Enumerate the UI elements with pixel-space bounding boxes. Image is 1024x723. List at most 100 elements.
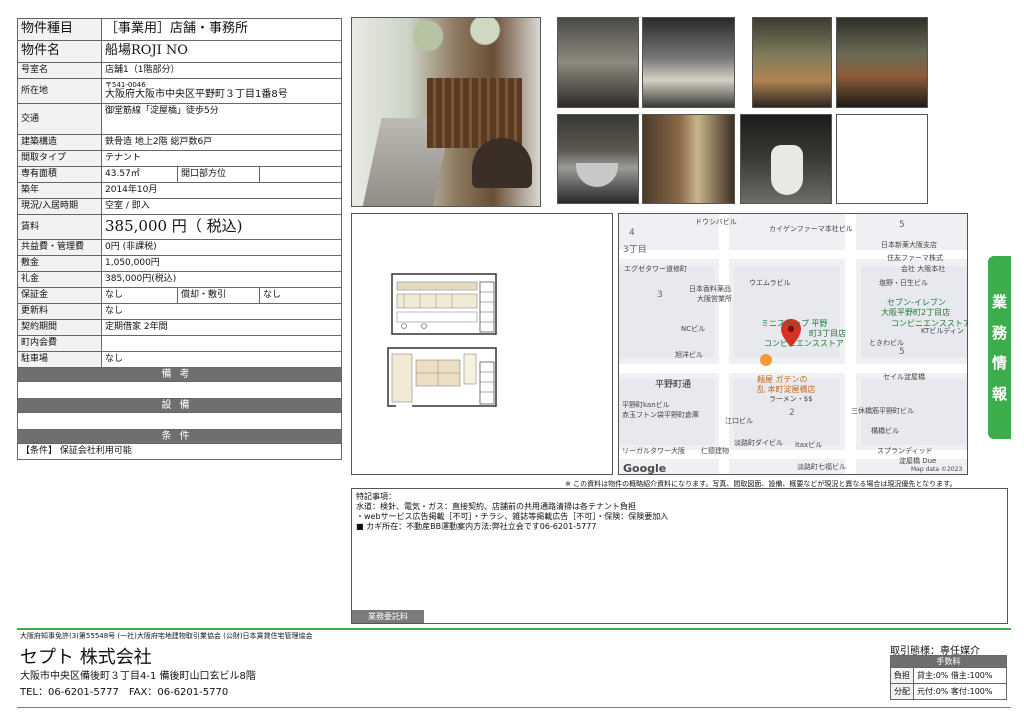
map-block-5a: 5 <box>899 220 905 230</box>
map-label: カイゲンファーマ本社ビル <box>769 225 853 233</box>
notes-line: ・webサービス広告掲載［不可］・チラシ、雑誌等掲載広告［不可］・保険：保険要加… <box>356 512 669 521</box>
renewal-label: 更新料 <box>17 303 102 320</box>
address-label: 所在地 <box>17 78 102 104</box>
company-name: セプト 株式会社 <box>20 647 152 668</box>
map-label: 三休橋筋平野町ビル <box>851 407 914 415</box>
amortization-value: なし <box>258 287 343 304</box>
remarks-bar: 備考 <box>16 367 343 382</box>
status-value: 空室 / 即入 <box>100 198 343 215</box>
map-label: コンビニエンスストア <box>764 339 844 348</box>
facilities-content <box>16 412 343 430</box>
guarantee-label: 保証金 <box>17 287 102 304</box>
side-tab-char: 務 <box>991 323 1007 342</box>
conditions-bar: 条件 <box>16 429 343 444</box>
map-block-2: 2 <box>789 408 795 418</box>
area-value: 43.57㎡ <box>101 166 178 183</box>
fee-row-value: 元付:0% 客付:100% <box>913 683 1007 700</box>
notes-heading: 特記事項： <box>356 492 396 501</box>
type-label: 物件種目 <box>17 18 102 41</box>
amortization-label: 償却・敷引 <box>177 287 260 304</box>
business-info-tab: 業 務 情 報 <box>988 256 1011 439</box>
fee-row-key: 負担 <box>890 667 914 684</box>
map-block-5b: 5 <box>899 347 905 357</box>
side-tab-char: 情 <box>991 354 1007 373</box>
location-map[interactable]: 4 3丁目 3 5 5 2 ドウシバビル カイゲンファーマ本社ビル 日本新薬大阪… <box>618 213 968 475</box>
map-label: 江口ビル <box>725 417 753 425</box>
deposit-value: 1,050,000円 <box>100 255 343 272</box>
map-label: 塩野・日生ビル <box>879 279 928 287</box>
footer-bottom-rule <box>17 707 1011 708</box>
front-door-photo <box>642 114 735 204</box>
window-photo <box>752 17 832 108</box>
built-value: 2014年10月 <box>100 182 343 199</box>
address-cell: 〒541-0046 大阪府大阪市中央区平野町３丁目1番8号 <box>100 78 343 104</box>
map-label: エグゼタワー道修町 <box>624 265 687 273</box>
structure-value: 鉄骨造 地上2階 総戸数6戸 <box>100 134 343 151</box>
map-label: リーガルタワー大阪 <box>622 447 685 455</box>
company-phone: TEL：06-6201-5777 FAX：06-6201-5770 <box>20 687 229 698</box>
address-value: 大阪府大阪市中央区平野町３丁目1番8号 <box>105 89 288 101</box>
area-label: 専有面積 <box>17 166 102 183</box>
notes-line: ■ カギ所在：不動産BB運動案内方法:弊社立会です06-6201-5777 <box>356 522 597 531</box>
fee-table: 手数料 負担 貸主:0% 借主:100% 分配 元付:0% 客付:100% <box>890 655 1007 700</box>
map-block-3: 3 <box>657 290 663 300</box>
map-label: 赤玉フトン袋平野町倉庫 <box>622 411 699 419</box>
entrance-photo <box>351 17 541 207</box>
conditions-text: 【条件】 保証会社利用可能 <box>16 443 343 460</box>
map-chome-3: 3丁目 <box>623 245 647 255</box>
special-notes: 特記事項： 水道：検針、電気・ガス：直接契約、店舗前の共用通路清掃は各テナント負… <box>351 488 1008 624</box>
status-label: 現況/入居時期 <box>17 198 102 215</box>
washbasin-photo <box>557 114 639 204</box>
rent-value: 385,000 円（ 税込) <box>100 214 343 240</box>
name-label: 物件名 <box>17 40 102 63</box>
counter-photo <box>642 17 735 108</box>
map-label: 淡路町ダイビル <box>734 439 783 447</box>
floor-plan-drawing <box>387 273 497 407</box>
google-logo: Google <box>623 462 667 475</box>
map-label: 会社 大阪本社 <box>901 265 946 273</box>
basin-shape <box>576 163 618 187</box>
access-value: 御堂筋線「淀屋橋」徒歩5分 <box>100 103 343 135</box>
contract-value: 定期借家 2年間 <box>100 319 343 336</box>
layout-label: 間取タイプ <box>17 150 102 167</box>
map-label: スプランディッド <box>877 447 933 455</box>
remarks-content <box>16 381 343 399</box>
facilities-bar: 設備 <box>16 398 343 413</box>
toilet-photo <box>740 114 832 204</box>
opening-value <box>258 166 343 183</box>
footer-rule <box>17 628 1011 630</box>
parking-value: なし <box>100 351 343 368</box>
map-label: 住友ファーマ株式 <box>887 254 943 262</box>
fee-row-key: 分配 <box>890 683 914 700</box>
property-spec-table: 物件種目 ［事業用］店舗・事務所 物件名 船場ROJI NO 号室名 店舗1（1… <box>16 18 343 460</box>
key-money-label: 礼金 <box>17 271 102 288</box>
map-label: 日本新薬大阪支店 <box>881 241 937 249</box>
map-label: セイル淀屋橋 <box>883 373 925 381</box>
town-fee-value <box>100 335 343 352</box>
map-label: ウエムラビル <box>749 279 791 287</box>
rent-label: 賃料 <box>17 214 102 240</box>
broker-fee-label: 業務委託料 <box>352 610 424 623</box>
deposit-label: 敷金 <box>17 255 102 272</box>
name-value: 船場ROJI NO <box>100 40 343 63</box>
photo-foliage <box>352 18 540 78</box>
side-tab-char: 業 <box>991 292 1007 311</box>
map-label: ラーメン・$$ <box>769 395 813 403</box>
map-label: ときわビル <box>869 339 904 347</box>
map-label: itaxビル <box>795 441 823 449</box>
common-fee-label: 共益費・管理費 <box>17 239 102 256</box>
empty-photo-slot <box>836 114 928 204</box>
map-label: 仁德建物 <box>701 447 729 455</box>
kitchen-photo <box>557 17 639 108</box>
company-address: 大阪市中央区備後町３丁目4-1 備後町山口玄ビル8階 <box>20 671 256 682</box>
renewal-value: なし <box>100 303 343 320</box>
map-label: 構橋ビル <box>871 427 899 435</box>
license-line: 大阪府知事免許(3)第55548号 (一社)大阪府宅地建物取引業協会 (公財)日… <box>20 632 313 640</box>
built-label: 築年 <box>17 182 102 199</box>
map-label: 旭洋ビル <box>675 351 703 359</box>
photo-planter <box>472 138 532 188</box>
map-label: 淀屋橋 Due <box>899 457 937 465</box>
room-label: 号室名 <box>17 62 102 79</box>
photo-wood-wall <box>427 78 522 148</box>
map-block-4: 4 <box>629 228 635 238</box>
